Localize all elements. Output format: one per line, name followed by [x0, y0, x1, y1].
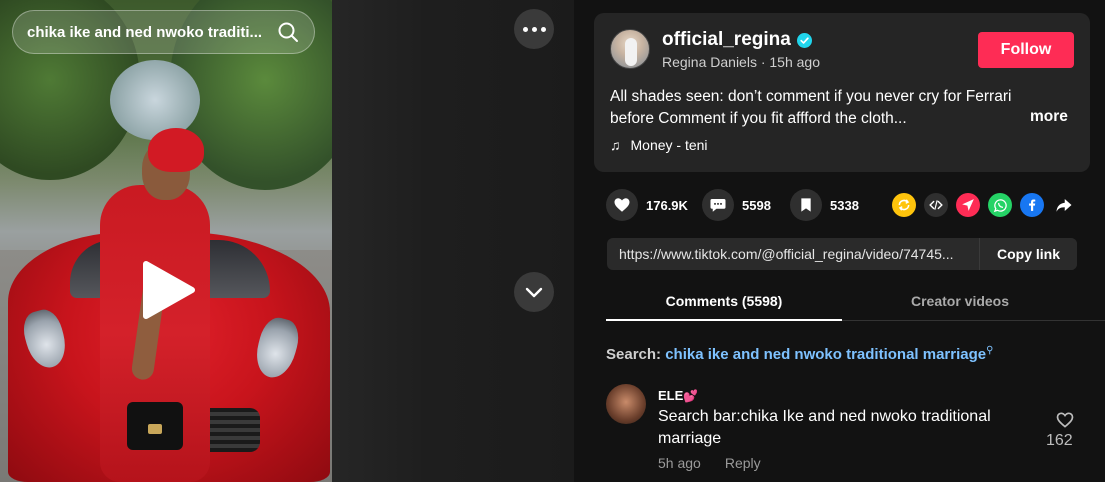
- video-frame[interactable]: [0, 0, 332, 482]
- follow-button[interactable]: Follow: [978, 32, 1074, 68]
- handbag-logo: [148, 424, 162, 434]
- dot-icon: [540, 26, 546, 32]
- tab-creator-videos[interactable]: Creator videos: [842, 287, 1078, 321]
- post-caption: All shades seen: don’t comment if you ne…: [610, 88, 1012, 127]
- search-suggestion-query[interactable]: chika ike and ned nwoko traditional marr…: [665, 346, 986, 363]
- dot-icon: [522, 26, 528, 32]
- like-button[interactable]: [606, 189, 638, 221]
- comment-meta: 5h ago Reply: [658, 455, 761, 471]
- like-count: 176.9K: [646, 197, 688, 213]
- avatar-figure: [625, 38, 637, 66]
- sky-patch: [110, 60, 200, 140]
- video-link-box: https://www.tiktok.com/@official_regina/…: [607, 238, 1077, 270]
- next-video-button[interactable]: [514, 272, 554, 312]
- save-action[interactable]: 5338: [790, 189, 859, 221]
- embed-icon[interactable]: [924, 193, 948, 217]
- like-action[interactable]: 176.9K: [606, 189, 688, 221]
- comment-count: 5598: [742, 197, 771, 213]
- comment-action[interactable]: 5598: [702, 189, 771, 221]
- details-panel: official_regina Regina Daniels · 15h ago…: [574, 0, 1105, 482]
- author-subline: Regina Daniels · 15h ago: [662, 54, 820, 70]
- avatar[interactable]: [606, 384, 646, 424]
- comment-username-emoji: 💕: [683, 389, 699, 403]
- tab-bar: Comments (5598) Creator videos: [606, 287, 1105, 321]
- music-title[interactable]: Money - teni: [631, 137, 708, 153]
- verified-badge-icon: [796, 32, 812, 48]
- chevron-down-icon: [525, 287, 543, 298]
- whatsapp-icon[interactable]: [988, 193, 1012, 217]
- comment-like-count: 162: [1046, 432, 1073, 449]
- search-bar[interactable]: [12, 10, 315, 54]
- avatar[interactable]: [610, 29, 650, 69]
- action-bar: 176.9K 5598 5338: [606, 189, 1086, 221]
- comment-item: ELE💕 Search bar:chika Ike and ned nwoko …: [606, 384, 1076, 482]
- comment-button[interactable]: [702, 189, 734, 221]
- username-text[interactable]: official_regina: [662, 29, 791, 51]
- post-info-card: official_regina Regina Daniels · 15h ago…: [594, 13, 1090, 172]
- comment-time: 5h ago: [658, 455, 701, 471]
- comment-text: Search bar:chika Ike and ned nwoko tradi…: [658, 408, 991, 447]
- save-button[interactable]: [790, 189, 822, 221]
- search-icon[interactable]: [276, 20, 300, 44]
- woman-headwrap: [148, 128, 204, 172]
- video-link-url[interactable]: https://www.tiktok.com/@official_regina/…: [607, 238, 979, 270]
- reply-button[interactable]: Reply: [725, 455, 761, 471]
- dot-icon: [531, 26, 537, 32]
- copy-link-button[interactable]: Copy link: [979, 238, 1077, 270]
- search-input[interactable]: [27, 23, 270, 41]
- search-suggestion-prefix: Search:: [606, 346, 666, 363]
- music-note-icon: ♫: [610, 137, 621, 153]
- search-icon: ⚲: [986, 345, 994, 356]
- save-count: 5338: [830, 197, 859, 213]
- more-options-button[interactable]: [514, 9, 554, 49]
- bookmark-icon: [801, 198, 811, 212]
- caption-more-link[interactable]: more: [1030, 108, 1068, 126]
- tab-comments[interactable]: Comments (5598): [606, 287, 842, 321]
- comment-username-text[interactable]: ELE: [658, 388, 683, 403]
- video-blur-background: [332, 0, 574, 482]
- author-username[interactable]: official_regina: [662, 29, 812, 51]
- heart-icon: [614, 198, 630, 212]
- comment-username[interactable]: ELE💕: [658, 388, 698, 403]
- play-icon[interactable]: [138, 260, 198, 320]
- comment-icon: [710, 199, 726, 212]
- video-player[interactable]: [0, 0, 574, 482]
- facebook-icon[interactable]: [1020, 193, 1044, 217]
- repost-icon[interactable]: [892, 193, 916, 217]
- send-icon[interactable]: [956, 193, 980, 217]
- music-link[interactable]: ♫ Money - teni: [610, 137, 708, 153]
- search-suggestion[interactable]: Search: chika ike and ned nwoko traditio…: [606, 345, 993, 363]
- heart-outline-icon: [1056, 412, 1074, 428]
- share-arrow-icon[interactable]: [1052, 193, 1076, 217]
